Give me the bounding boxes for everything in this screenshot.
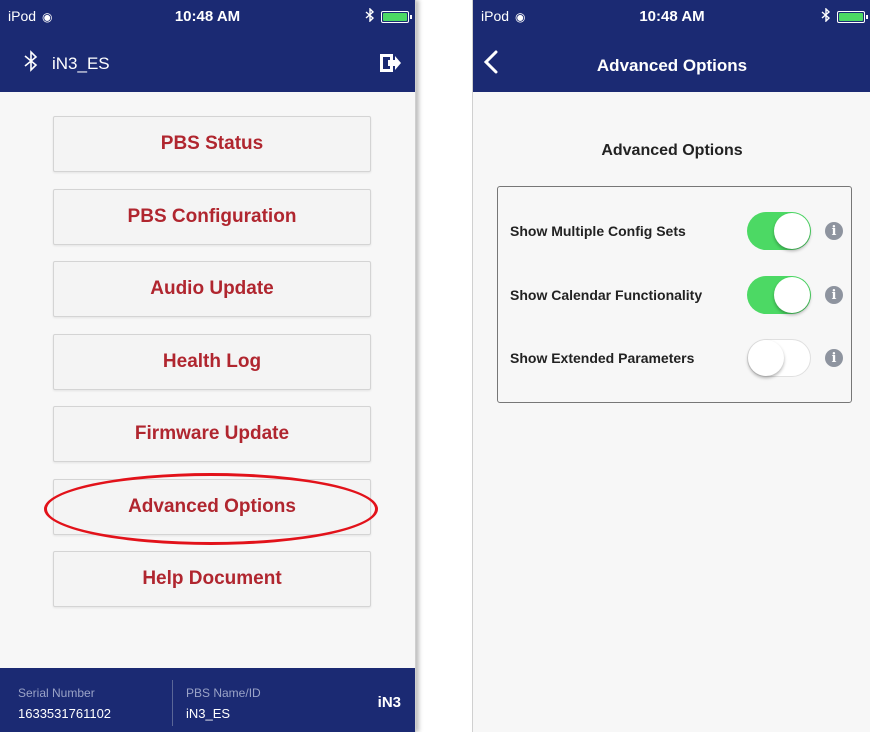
bluetooth-icon [24, 50, 38, 77]
firmware-update-button[interactable]: Firmware Update [53, 406, 371, 462]
footer-divider [172, 680, 173, 726]
battery-icon [381, 10, 412, 23]
health-log-button[interactable]: Health Log [53, 334, 371, 390]
pbs-configuration-button[interactable]: PBS Configuration [53, 189, 371, 245]
navigation-bar: iPod ◉ 10:48 AM iN3_ES [0, 0, 415, 92]
serial-number-label: Serial Number [18, 686, 95, 700]
options-panel: Show Multiple Config Sets i Show Calenda… [497, 186, 852, 403]
main-menu-screen: iPod◉ 10:48 AM iN3_ES PBS Status PBS Co [0, 0, 416, 732]
help-document-button[interactable]: Help Document [53, 551, 371, 607]
extended-parameters-toggle[interactable] [747, 339, 811, 377]
navigation-bar: iPod ◉ 10:48 AM Advanced Options [473, 0, 870, 92]
option-row-extended-parameters: Show Extended Parameters i [510, 338, 843, 378]
pbs-name-value: iN3_ES [186, 706, 231, 721]
option-label: Show Calendar Functionality [510, 287, 703, 303]
option-row-calendar-functionality: Show Calendar Functionality i [510, 275, 843, 315]
clock: 10:48 AM [174, 8, 241, 25]
section-title: Advanced Options [601, 142, 743, 159]
info-icon[interactable]: i [825, 222, 843, 240]
bluetooth-status-icon [365, 7, 375, 25]
page-title: Advanced Options [596, 56, 748, 75]
audio-update-button[interactable]: Audio Update [53, 261, 371, 317]
advanced-options-screen: iPod ◉ 10:48 AM Advanced Options Advanced… [472, 0, 870, 732]
option-row-multiple-config-sets: Show Multiple Config Sets i [510, 211, 843, 251]
info-icon[interactable]: i [825, 286, 843, 304]
option-label: Show Extended Parameters [510, 350, 695, 366]
pbs-status-button[interactable]: PBS Status [53, 116, 371, 172]
multiple-config-sets-toggle[interactable] [747, 212, 811, 250]
clock: 10:48 AM [639, 8, 705, 25]
option-label: Show Multiple Config Sets [510, 223, 686, 239]
device-info-footer: Serial Number 1633531761102 PBS Name/ID … [0, 668, 415, 732]
model-label: iN3 [377, 694, 401, 711]
serial-number-value: 1633531761102 [18, 706, 112, 721]
status-bar: iPod ◉ 10:48 AM [0, 7, 415, 28]
pbs-name-label: PBS Name/ID [186, 686, 261, 700]
bluetooth-status-icon [821, 7, 831, 25]
calendar-functionality-toggle[interactable] [747, 276, 811, 314]
info-icon[interactable]: i [825, 349, 843, 367]
device-name: iN3_ES [52, 53, 110, 73]
status-bar: iPod ◉ 10:48 AM [473, 7, 870, 28]
logout-icon[interactable] [379, 52, 401, 79]
battery-icon [837, 10, 868, 23]
highlight-annotation [44, 473, 378, 545]
